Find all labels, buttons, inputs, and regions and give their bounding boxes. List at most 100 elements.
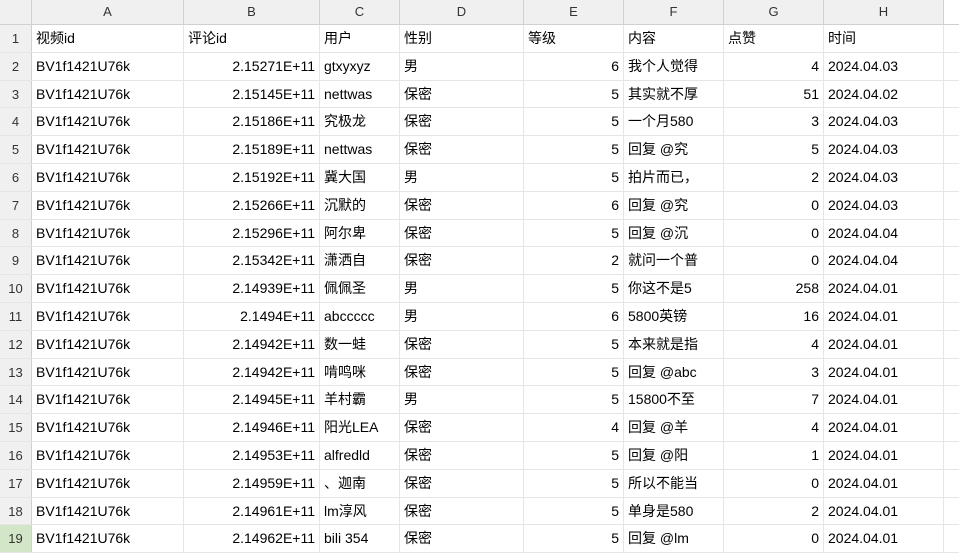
row-header[interactable]: 6 bbox=[0, 164, 32, 191]
cell[interactable]: 15800不至 bbox=[624, 386, 724, 413]
cell[interactable]: 评论id bbox=[184, 25, 320, 52]
cell[interactable]: 数一蛙 bbox=[320, 331, 400, 358]
cell[interactable]: 5 bbox=[524, 81, 624, 108]
cell[interactable]: BV1f1421U76k bbox=[32, 303, 184, 330]
cell[interactable]: 拍片而已， bbox=[624, 164, 724, 191]
cell[interactable]: 2.14961E+11 bbox=[184, 498, 320, 525]
cell[interactable]: 2.15266E+11 bbox=[184, 192, 320, 219]
cell[interactable]: 4 bbox=[724, 53, 824, 80]
cell[interactable]: 羊村霸 bbox=[320, 386, 400, 413]
cell[interactable]: lm淳风 bbox=[320, 498, 400, 525]
cell[interactable]: 啃鸣咪 bbox=[320, 359, 400, 386]
row-header[interactable]: 17 bbox=[0, 470, 32, 497]
row-header[interactable]: 11 bbox=[0, 303, 32, 330]
row-header[interactable]: 18 bbox=[0, 498, 32, 525]
cell[interactable]: 4 bbox=[724, 414, 824, 441]
cell[interactable]: 5 bbox=[524, 331, 624, 358]
cell[interactable]: 0 bbox=[724, 192, 824, 219]
cell[interactable]: 潇洒自 bbox=[320, 247, 400, 274]
cell[interactable]: BV1f1421U76k bbox=[32, 414, 184, 441]
cell[interactable]: 2.14962E+11 bbox=[184, 525, 320, 552]
cell[interactable]: 2024.04.01 bbox=[824, 525, 944, 552]
cell[interactable]: 保密 bbox=[400, 525, 524, 552]
cell[interactable]: gtxyxyz bbox=[320, 53, 400, 80]
cell[interactable]: 5 bbox=[524, 525, 624, 552]
cell[interactable]: 1 bbox=[724, 442, 824, 469]
cell[interactable]: 2024.04.01 bbox=[824, 470, 944, 497]
cell[interactable]: BV1f1421U76k bbox=[32, 275, 184, 302]
cell[interactable]: 回复 @羊 bbox=[624, 414, 724, 441]
cell[interactable]: BV1f1421U76k bbox=[32, 164, 184, 191]
cell[interactable]: 2024.04.04 bbox=[824, 220, 944, 247]
cell[interactable]: 2.15192E+11 bbox=[184, 164, 320, 191]
row-header[interactable]: 19 bbox=[0, 525, 32, 552]
cell[interactable]: 2024.04.04 bbox=[824, 247, 944, 274]
cell[interactable]: 2 bbox=[724, 498, 824, 525]
row-header[interactable]: 5 bbox=[0, 136, 32, 163]
cell[interactable]: 5 bbox=[524, 498, 624, 525]
cell[interactable]: 6 bbox=[524, 192, 624, 219]
col-header-c[interactable]: C bbox=[320, 0, 400, 24]
cell[interactable]: 保密 bbox=[400, 81, 524, 108]
cell[interactable]: 2024.04.02 bbox=[824, 81, 944, 108]
cell[interactable]: BV1f1421U76k bbox=[32, 81, 184, 108]
cell[interactable]: 5800英镑 bbox=[624, 303, 724, 330]
cell[interactable]: 16 bbox=[724, 303, 824, 330]
cell[interactable]: 一个月580 bbox=[624, 108, 724, 135]
cell[interactable]: 2024.04.03 bbox=[824, 136, 944, 163]
cell[interactable]: 5 bbox=[724, 136, 824, 163]
cell[interactable]: 2.15145E+11 bbox=[184, 81, 320, 108]
cell[interactable]: 究极龙 bbox=[320, 108, 400, 135]
cell[interactable]: 2.14942E+11 bbox=[184, 331, 320, 358]
cell[interactable]: 5 bbox=[524, 164, 624, 191]
cell[interactable]: 2.15296E+11 bbox=[184, 220, 320, 247]
cell[interactable]: 0 bbox=[724, 470, 824, 497]
cell[interactable]: 2.14946E+11 bbox=[184, 414, 320, 441]
cell[interactable]: 0 bbox=[724, 247, 824, 274]
cell[interactable]: BV1f1421U76k bbox=[32, 498, 184, 525]
col-header-a[interactable]: A bbox=[32, 0, 184, 24]
cell[interactable]: 保密 bbox=[400, 136, 524, 163]
cell[interactable]: 2024.04.01 bbox=[824, 386, 944, 413]
row-header[interactable]: 15 bbox=[0, 414, 32, 441]
cell[interactable]: 男 bbox=[400, 164, 524, 191]
cell[interactable]: 5 bbox=[524, 359, 624, 386]
cell[interactable]: 保密 bbox=[400, 414, 524, 441]
cell[interactable]: BV1f1421U76k bbox=[32, 442, 184, 469]
col-header-g[interactable]: G bbox=[724, 0, 824, 24]
cell[interactable]: 我个人觉得 bbox=[624, 53, 724, 80]
cell[interactable]: 2024.04.01 bbox=[824, 303, 944, 330]
cell[interactable]: 回复 @阳 bbox=[624, 442, 724, 469]
cell[interactable]: BV1f1421U76k bbox=[32, 136, 184, 163]
cell[interactable]: 2.15189E+11 bbox=[184, 136, 320, 163]
cell[interactable]: 回复 @lm bbox=[624, 525, 724, 552]
cell[interactable]: 回复 @究 bbox=[624, 136, 724, 163]
cell[interactable]: 保密 bbox=[400, 442, 524, 469]
cell[interactable]: 用户 bbox=[320, 25, 400, 52]
cell[interactable]: 4 bbox=[524, 414, 624, 441]
cell[interactable]: BV1f1421U76k bbox=[32, 53, 184, 80]
cell[interactable]: 内容 bbox=[624, 25, 724, 52]
cell[interactable]: 0 bbox=[724, 220, 824, 247]
cell[interactable]: 5 bbox=[524, 108, 624, 135]
cell[interactable]: 时间 bbox=[824, 25, 944, 52]
cell[interactable]: 5 bbox=[524, 275, 624, 302]
cell[interactable]: nettwas bbox=[320, 81, 400, 108]
cell[interactable]: 冀大国 bbox=[320, 164, 400, 191]
cell[interactable]: 2024.04.03 bbox=[824, 164, 944, 191]
cell[interactable]: 等级 bbox=[524, 25, 624, 52]
cell[interactable]: 5 bbox=[524, 220, 624, 247]
cell[interactable]: 3 bbox=[724, 359, 824, 386]
row-header[interactable]: 3 bbox=[0, 81, 32, 108]
cell[interactable]: 单身是580 bbox=[624, 498, 724, 525]
cell[interactable]: 本来就是指 bbox=[624, 331, 724, 358]
cell[interactable]: 性别 bbox=[400, 25, 524, 52]
cell[interactable]: 男 bbox=[400, 303, 524, 330]
col-header-d[interactable]: D bbox=[400, 0, 524, 24]
row-header[interactable]: 13 bbox=[0, 359, 32, 386]
row-header[interactable]: 10 bbox=[0, 275, 32, 302]
cell[interactable]: 男 bbox=[400, 53, 524, 80]
cell[interactable]: 2024.04.01 bbox=[824, 359, 944, 386]
cell[interactable]: 6 bbox=[524, 303, 624, 330]
row-header[interactable]: 8 bbox=[0, 220, 32, 247]
